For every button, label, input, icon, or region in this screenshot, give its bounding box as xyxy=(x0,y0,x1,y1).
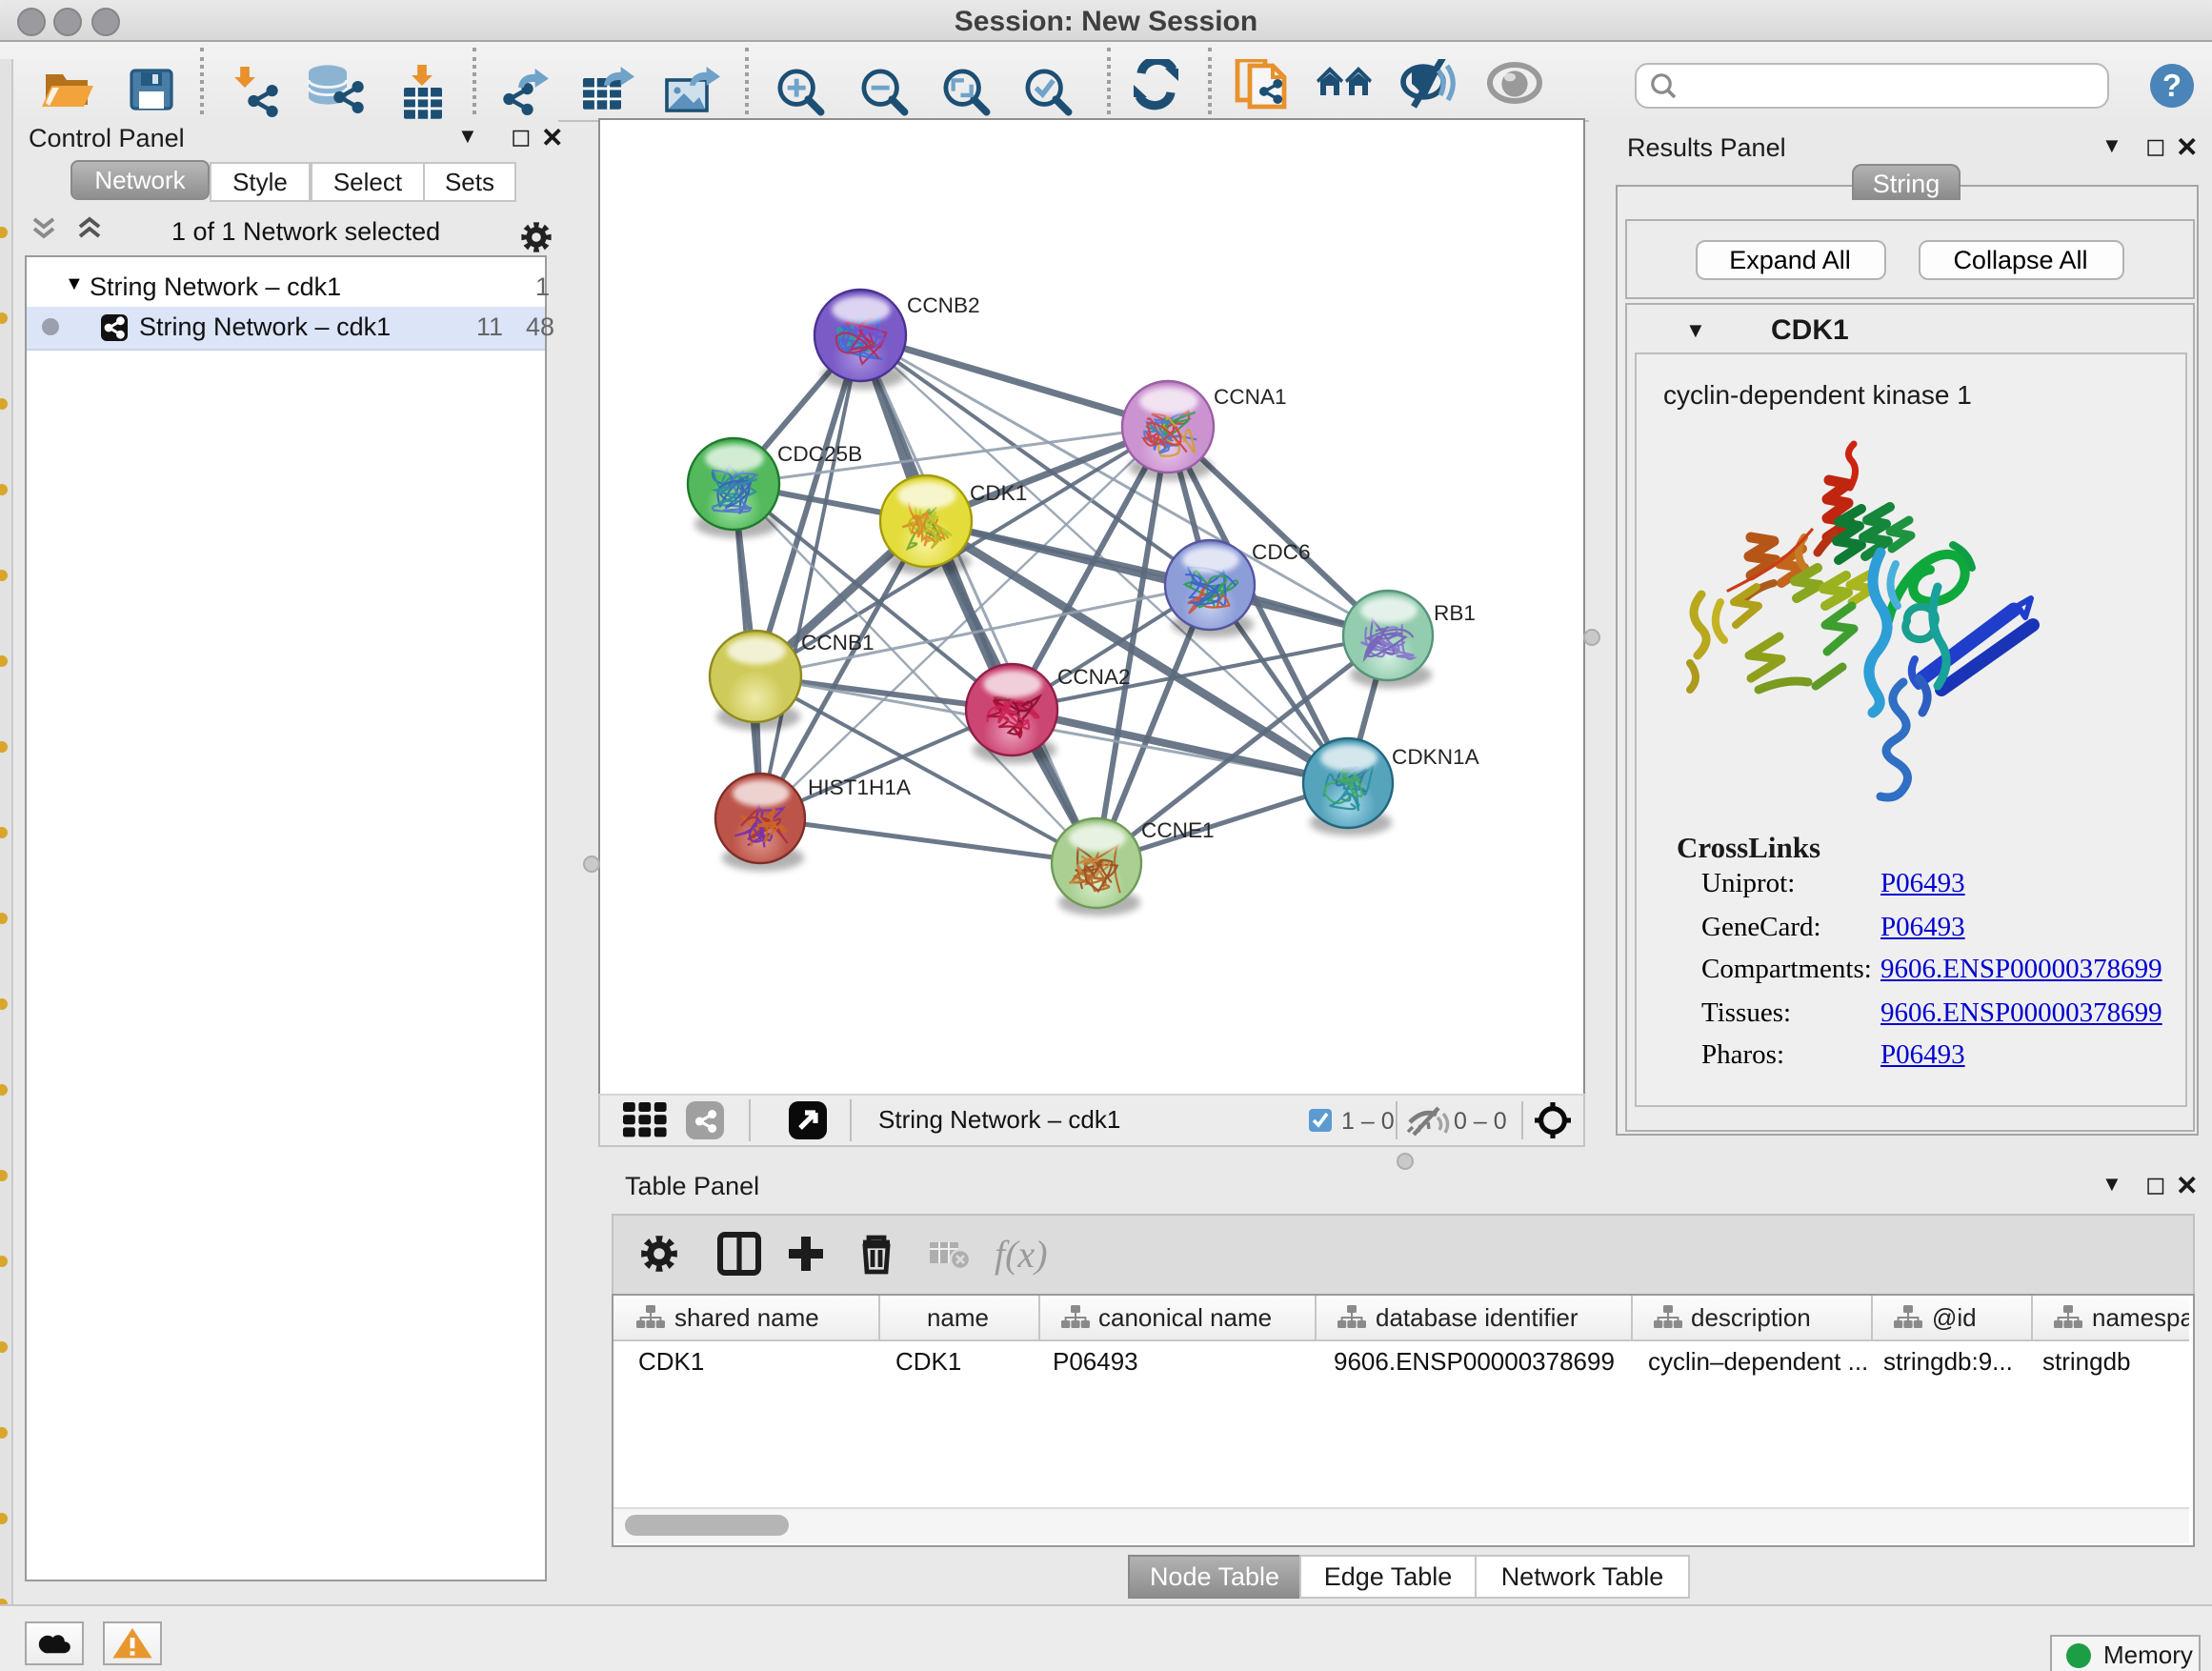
svg-text:0 – 0: 0 – 0 xyxy=(1454,1108,1507,1135)
svg-text:CDC25B: CDC25B xyxy=(777,442,862,466)
svg-text:CCNB2: CCNB2 xyxy=(907,293,980,317)
svg-text:RB1: RB1 xyxy=(1434,601,1476,625)
svg-text:CDKN1A: CDKN1A xyxy=(1392,745,1480,769)
svg-text:1 – 0: 1 – 0 xyxy=(1341,1108,1395,1135)
svg-text:HIST1H1A: HIST1H1A xyxy=(808,775,912,799)
svg-text:CDK1: CDK1 xyxy=(970,481,1027,505)
svg-text:CCNE1: CCNE1 xyxy=(1141,818,1215,842)
svg-text:f(x): f(x) xyxy=(995,1233,1048,1276)
svg-text:CCNA2: CCNA2 xyxy=(1057,665,1131,689)
svg-text:?: ? xyxy=(2162,68,2182,103)
svg-text:CDC6: CDC6 xyxy=(1252,540,1311,564)
svg-text:CCNA1: CCNA1 xyxy=(1214,385,1287,409)
svg-text:CCNB1: CCNB1 xyxy=(801,631,875,654)
